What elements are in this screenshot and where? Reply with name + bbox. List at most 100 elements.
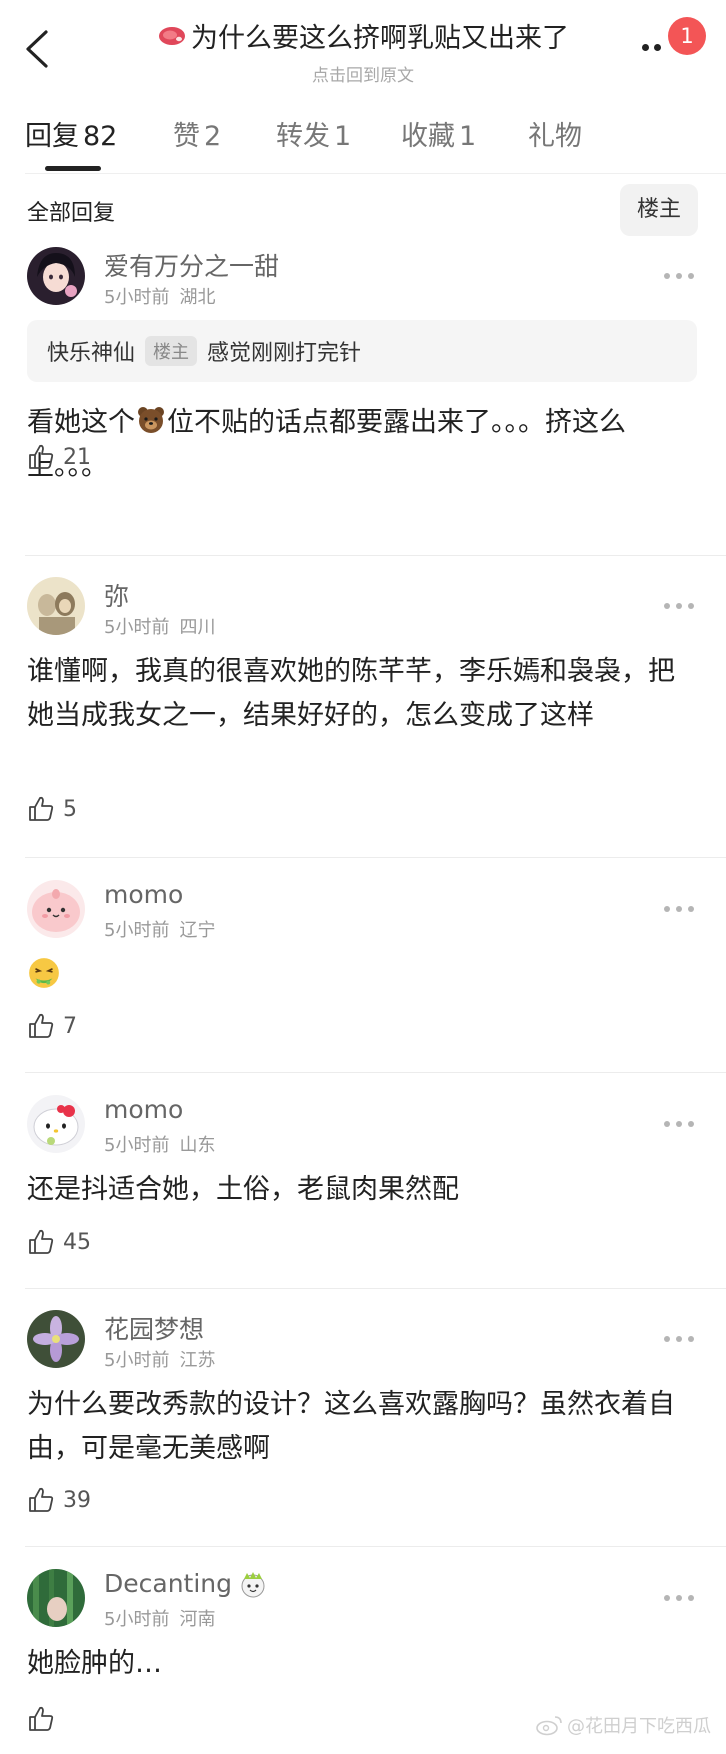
like-count: 5 (63, 796, 77, 822)
tab-label: 礼物 (528, 121, 582, 152)
tab-likes[interactable]: 赞2 (173, 114, 221, 153)
avatar[interactable] (27, 247, 85, 305)
comment-text (27, 955, 699, 999)
like-button[interactable]: 7 (27, 1012, 77, 1040)
avatar[interactable] (27, 1095, 85, 1153)
comment-location: 山东 (179, 1135, 216, 1156)
comment-text: 为什么要改秀款的设计？这么喜欢露胸吗？虽然衣着自由，可是毫无美感啊 (27, 1389, 675, 1464)
username[interactable]: momo (104, 880, 183, 909)
thumbs-up-icon (29, 444, 54, 469)
divider (25, 1546, 726, 1547)
tab-label: 回复 (25, 121, 79, 152)
comment-location: 辽宁 (179, 920, 216, 941)
weibo-logo-icon (536, 1716, 562, 1736)
back-button[interactable] (18, 26, 58, 72)
post-title-area[interactable]: 为什么要这么挤啊乳贴又出来了 点击回到原文 (110, 16, 616, 86)
comment-meta: 5小时前 江苏 (104, 1346, 215, 1372)
comment-text: 看她这个 位不贴的话点都要露出来了。。。挤这么上。。。 (27, 401, 699, 489)
divider (25, 1288, 726, 1289)
post-title: 为什么要这么挤啊乳贴又出来了 (157, 16, 569, 55)
like-button[interactable]: 21 (27, 443, 91, 471)
avatar[interactable] (27, 577, 85, 635)
comment-meta: 5小时前 山东 (104, 1131, 215, 1157)
username[interactable]: momo (104, 1095, 183, 1124)
tab-replies[interactable]: 回复 82 (25, 114, 117, 153)
like-count: 7 (63, 1013, 77, 1039)
host-badge: 楼主 (145, 336, 198, 366)
thumbs-up-icon (29, 1706, 54, 1731)
username[interactable]: 弥 (104, 577, 129, 613)
avatar[interactable] (27, 880, 85, 938)
comment-location: 江苏 (179, 1350, 216, 1371)
comment-more-icon[interactable] (664, 1332, 696, 1346)
avatar[interactable] (27, 1310, 85, 1368)
bear-emoji-icon (138, 407, 164, 433)
tab-count: 2 (204, 121, 222, 152)
quote-author: 快乐神仙 (47, 341, 136, 366)
comment-more-icon[interactable] (664, 1117, 696, 1131)
tab-label: 收藏 (401, 121, 455, 152)
quote-text: 感觉刚刚打完针 (207, 341, 362, 366)
tab-count: 82 (83, 121, 118, 152)
vomit-emoji-icon (29, 958, 59, 988)
like-button[interactable] (27, 1705, 63, 1733)
comment-location: 河南 (179, 1609, 216, 1630)
comment-location: 四川 (179, 617, 216, 638)
comment-time: 5小时前 (104, 1135, 170, 1156)
like-count: 21 (63, 444, 91, 470)
comment-time: 5小时前 (104, 920, 170, 941)
comment-meta: 5小时前 湖北 (104, 283, 215, 309)
tab-label: 转发 (276, 121, 330, 152)
back-arrow-icon (26, 30, 48, 68)
watermark: @花田月下吃西瓜 (535, 1712, 711, 1738)
tab-count: 1 (459, 121, 477, 152)
crown-badge-icon (241, 1571, 265, 1597)
comment-more-icon[interactable] (664, 1591, 696, 1605)
username[interactable]: Decanting (104, 1569, 268, 1598)
post-title-text: 为什么要这么挤啊乳贴又出来了 (191, 23, 569, 54)
tab-count: 1 (334, 121, 352, 152)
comment-more-icon[interactable] (664, 599, 696, 613)
comment-more-icon[interactable] (664, 269, 696, 283)
like-button[interactable]: 39 (27, 1486, 91, 1514)
avatar[interactable] (27, 1569, 85, 1627)
comment-time: 5小时前 (104, 287, 170, 308)
notification-badge[interactable]: 1 (668, 17, 706, 55)
section-title: 全部回复 (27, 201, 116, 226)
comment-text: 谁懂啊，我真的很喜欢她的陈芊芊，李乐嫣和袅袅，把她当成我女之一，结果好好的，怎么… (27, 656, 675, 731)
tab-gifts[interactable]: 礼物 (528, 114, 582, 153)
comment-meta: 5小时前 四川 (104, 613, 215, 639)
username[interactable]: 爱有万分之一甜 (104, 247, 279, 283)
username[interactable]: 花园梦想 (104, 1310, 204, 1346)
comment-more-icon[interactable] (664, 902, 696, 916)
quoted-reply[interactable]: 快乐神仙 楼主 感觉刚刚打完针 (27, 320, 697, 382)
like-button[interactable]: 45 (27, 1228, 91, 1256)
active-tab-indicator (45, 166, 101, 171)
steak-emoji-icon (159, 26, 185, 45)
comment-text: 她脸肿的… (27, 1648, 162, 1679)
tab-reposts[interactable]: 转发 1 (276, 114, 351, 153)
comment-time: 5小时前 (104, 617, 170, 638)
tab-label: 赞 (173, 121, 200, 152)
username-text: Decanting (104, 1569, 233, 1598)
divider (25, 1072, 726, 1073)
thumbs-up-icon (29, 796, 54, 821)
like-count: 45 (63, 1229, 91, 1255)
comment-location: 湖北 (179, 287, 216, 308)
host-only-filter-button[interactable]: 楼主 (620, 184, 698, 236)
watermark-text: @花田月下吃西瓜 (567, 1716, 711, 1737)
divider (25, 857, 726, 858)
back-to-original-link[interactable]: 点击回到原文 (110, 61, 616, 86)
thumbs-up-icon (29, 1013, 54, 1038)
comment-text: 还是抖适合她，土俗，老鼠肉果然配 (27, 1174, 459, 1205)
tab-bar: 回复 82 赞2 转发 1 收藏 1 礼物 (0, 104, 726, 174)
divider (25, 173, 726, 174)
top-bar: 为什么要这么挤啊乳贴又出来了 点击回到原文 1 (0, 0, 726, 100)
like-button[interactable]: 5 (27, 795, 77, 823)
comment-text-part: 看她这个 (27, 407, 135, 438)
comment-time: 5小时前 (104, 1350, 170, 1371)
tab-favorites[interactable]: 收藏 1 (401, 114, 476, 153)
thumbs-up-icon (29, 1487, 54, 1512)
divider (25, 555, 726, 556)
comment-time: 5小时前 (104, 1609, 170, 1630)
